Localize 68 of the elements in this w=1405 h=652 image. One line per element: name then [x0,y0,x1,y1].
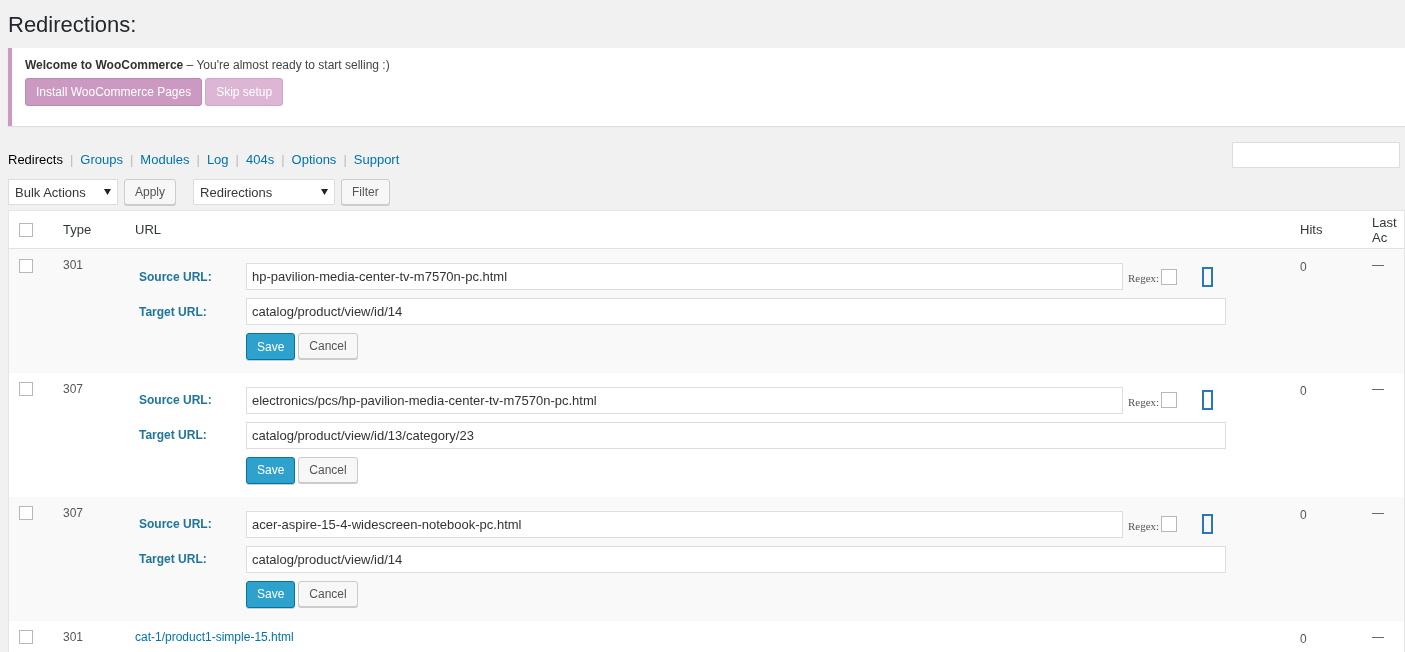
type-cell: 301 [63,258,84,272]
type-cell: 301 [63,629,84,644]
type-cell: 307 [63,381,84,396]
subnav-link[interactable]: Groups [80,152,123,167]
regex-label: Regex: [1128,271,1160,284]
regex-checkbox[interactable] [1161,392,1178,408]
source-url-label: Source URL: [139,393,213,407]
cancel-button[interactable]: Cancel [298,456,358,483]
hits-cell: 0 [1300,260,1307,274]
last-access-cell: — [1372,258,1384,272]
source-url-label: Source URL: [139,269,213,284]
rectangle-icon[interactable] [1202,266,1214,287]
caret-icon [104,189,111,195]
separator: | [343,152,347,167]
row-checkbox[interactable] [19,506,33,521]
select-all-checkbox[interactable] [19,223,33,238]
rectangle-icon[interactable] [1202,514,1214,534]
column-header: Type [63,222,92,237]
page-title: Redirections: [8,11,138,39]
separator: | [69,152,74,167]
separator: | [129,152,134,167]
cancel-button[interactable]: Cancel [298,333,358,359]
subnav-link[interactable]: Log [206,152,229,167]
separator: | [196,152,200,167]
separator: | [281,152,285,167]
group-dropdown[interactable]: Redirections [193,179,336,205]
target-url-field[interactable]: catalog/product/view/id/14 [246,298,1226,325]
target-url-field[interactable]: catalog/product/view/id/13/category/23 [246,421,1226,449]
column-header: URL [135,222,161,237]
source-url-label: Source URL: [139,517,213,531]
target-url-label: Target URL: [139,552,208,566]
apply-button[interactable]: Apply [124,179,177,205]
column-header: Last Ac [1372,214,1397,245]
separator: | [235,152,239,167]
bulk-actions-dropdown[interactable]: Bulk Actions [8,179,118,205]
source-url-field[interactable]: electronics/pcs/hp-pavilion-media-center-tv-m7570n-pc.html [246,386,1123,414]
rectangle-icon[interactable] [1202,390,1214,410]
notice-message: Welcome to WooCommerce – You're almost ready to start selling :) [25,58,391,72]
source-url-field[interactable]: hp-pavilion-media-center-tv-m7570n-pc.html [246,263,1123,290]
regex-label: Regex: [1128,394,1160,408]
hits-cell: 0 [1300,507,1307,522]
subnav-link[interactable]: Support [353,152,400,167]
caret-icon [321,189,329,195]
row-checkbox[interactable] [19,630,33,645]
row-checkbox[interactable] [19,258,33,273]
source-url-field[interactable]: acer-aspire-15-4-widescreen-notebook-pc.html [246,510,1123,538]
subnav-link[interactable]: 404s [245,152,275,167]
filter-button[interactable]: Filter [341,179,390,205]
url-link[interactable]: cat-1/product1-simple-15.html [135,629,294,644]
regex-checkbox[interactable] [1161,268,1178,285]
regex-label: Regex: [1128,518,1160,532]
hits-cell: 0 [1300,631,1307,646]
search-field[interactable] [1232,142,1400,168]
target-url-label: Target URL: [139,428,208,442]
subnav-link[interactable]: Redirects [8,152,63,167]
hits-cell: 0 [1300,383,1307,398]
subnav-link[interactable]: Modules [140,152,190,167]
last-access-cell: — [1372,505,1384,520]
last-access-cell: — [1372,381,1384,396]
subnav-link[interactable]: Options [291,152,337,167]
regex-checkbox[interactable] [1161,516,1178,532]
column-header: Hits [1300,222,1323,237]
cancel-button[interactable]: Cancel [298,580,358,607]
row-checkbox[interactable] [19,382,33,397]
type-cell: 307 [63,505,84,520]
target-url-label: Target URL: [139,304,208,319]
target-url-field[interactable]: catalog/product/view/id/14 [246,545,1226,573]
last-access-cell: — [1372,629,1384,644]
